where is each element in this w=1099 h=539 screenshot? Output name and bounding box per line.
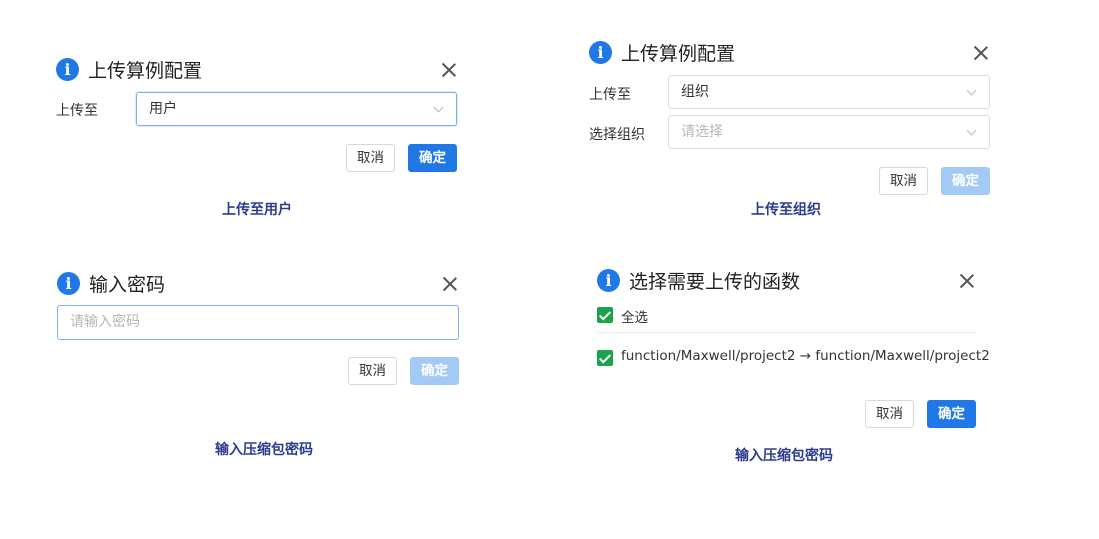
confirm-button[interactable]: 确定: [408, 144, 457, 172]
cancel-button[interactable]: 取消: [346, 144, 395, 172]
upload-to-select[interactable]: 用户: [136, 92, 457, 126]
password-placeholder: 请输入密码: [70, 314, 140, 330]
upload-to-select[interactable]: 组织: [668, 75, 990, 109]
dialog-header: i 选择需要上传的函数: [597, 266, 800, 294]
select-all-label[interactable]: 全选: [621, 306, 648, 326]
dialog-title: 上传算例配置: [88, 59, 203, 82]
dialog-select-functions: i 选择需要上传的函数 全选 function/Maxwell/project2…: [597, 266, 990, 466]
function-item-label[interactable]: function/Maxwell/project2 → function/Max…: [621, 348, 990, 364]
dialog-title: 输入密码: [89, 273, 166, 296]
dialog-caption: 输入压缩包密码: [215, 442, 313, 458]
info-icon: i: [57, 271, 80, 295]
dialog-caption: 输入压缩包密码: [735, 448, 833, 464]
info-icon: i: [589, 40, 612, 64]
function-item-checkbox[interactable]: [597, 350, 613, 366]
dialog-header: i 上传算例配置: [589, 38, 735, 66]
dialog-upload-to-user: i 上传算例配置 上传至 用户 取消 确定 上传至用户: [56, 55, 461, 225]
upload-to-value: 组织: [681, 84, 709, 100]
dialog-caption: 上传至组织: [751, 202, 821, 218]
close-icon[interactable]: [959, 273, 975, 289]
info-icon: i: [56, 57, 79, 81]
upload-to-value: 用户: [149, 101, 177, 117]
chevron-down-icon: [966, 85, 977, 96]
dialog-title: 上传算例配置: [621, 42, 736, 65]
confirm-button[interactable]: 确定: [927, 400, 976, 428]
dialog-header: i 上传算例配置: [56, 55, 202, 83]
upload-to-label: 上传至: [589, 87, 631, 103]
confirm-button[interactable]: 确定: [941, 167, 990, 195]
select-all-checkbox[interactable]: [597, 307, 613, 323]
chevron-down-icon: [433, 102, 444, 113]
cancel-button[interactable]: 取消: [879, 167, 928, 195]
cancel-button[interactable]: 取消: [348, 357, 397, 385]
select-org-placeholder: 请选择: [681, 124, 723, 140]
close-icon[interactable]: [441, 62, 457, 78]
upload-to-label: 上传至: [56, 103, 98, 119]
password-input[interactable]: 请输入密码: [57, 305, 459, 340]
select-org-label: 选择组织: [589, 127, 645, 143]
confirm-button[interactable]: 确定: [410, 357, 459, 385]
cancel-button[interactable]: 取消: [865, 400, 914, 428]
dialog-caption: 上传至用户: [222, 202, 292, 218]
dialog-header: i 输入密码: [57, 269, 165, 297]
select-org-select[interactable]: 请选择: [668, 115, 990, 149]
dialog-enter-password: i 输入密码 请输入密码 取消 确定 输入压缩包密码: [57, 269, 462, 459]
close-icon[interactable]: [442, 276, 458, 292]
divider: [597, 332, 977, 333]
dialog-upload-to-org: i 上传算例配置 上传至 组织 选择组织 请选择 取消 确定 上传至组织: [589, 38, 994, 223]
dialog-title: 选择需要上传的函数: [629, 270, 801, 293]
close-icon[interactable]: [973, 45, 989, 61]
info-icon: i: [597, 268, 620, 292]
chevron-down-icon: [966, 125, 977, 136]
